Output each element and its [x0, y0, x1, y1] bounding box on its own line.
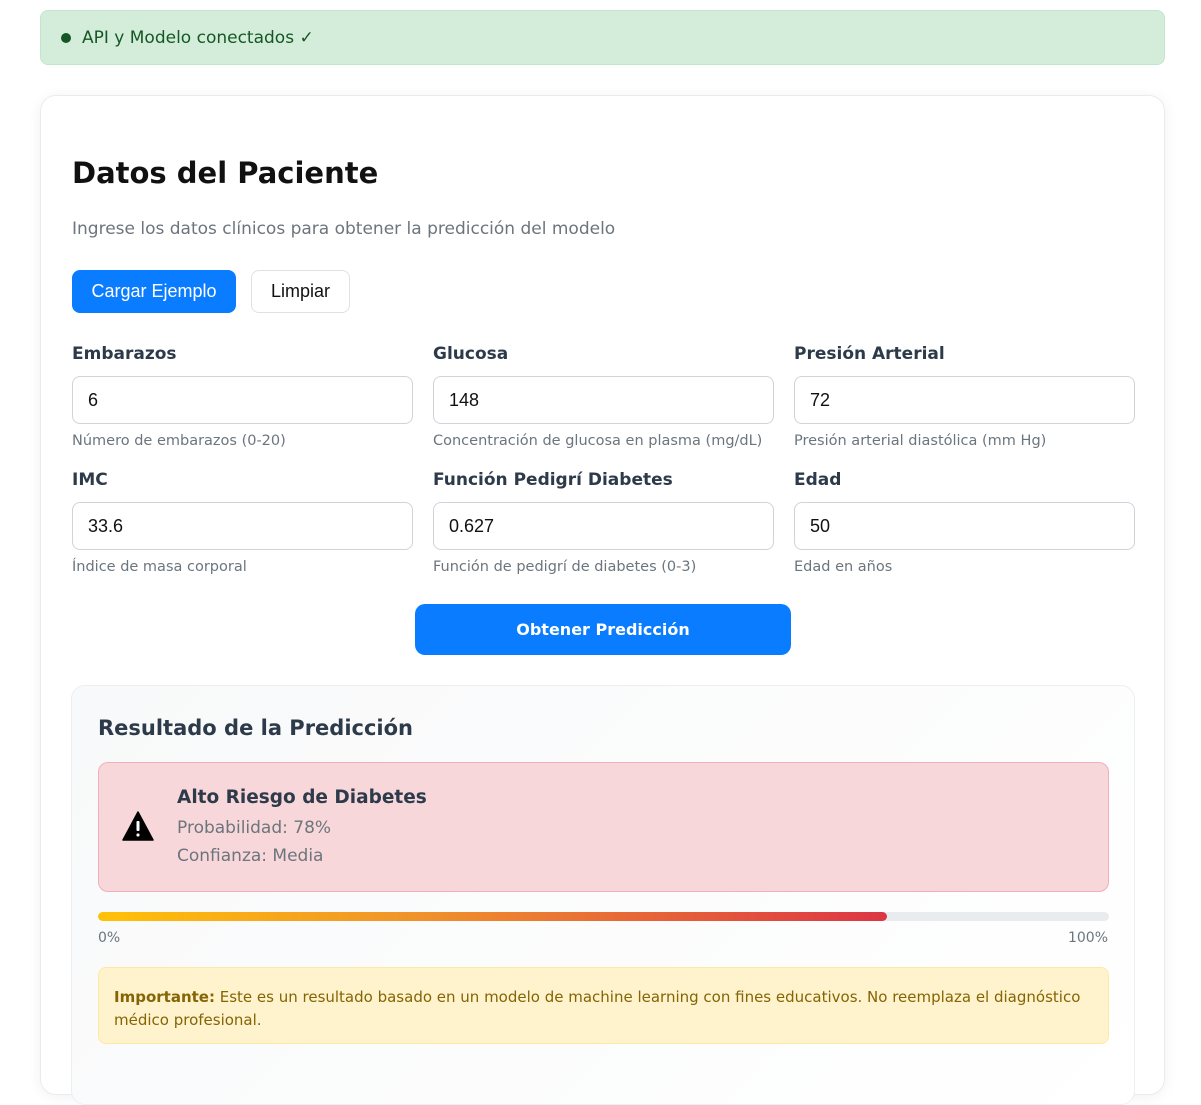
result-title: Resultado de la Predicción — [98, 716, 413, 740]
scale-max-label: 100% — [1067, 930, 1108, 946]
field-pregnancies: Embarazos Número de embarazos (0-20) — [72, 344, 413, 449]
field-help: Edad en años — [794, 559, 893, 575]
field-label: Embarazos — [72, 344, 177, 364]
connection-status-text: API y Modelo conectados ✓ — [82, 27, 314, 48]
field-label: Presión Arterial — [794, 344, 945, 364]
blood-pressure-input[interactable] — [794, 376, 1135, 424]
disclaimer-note: Importante: Este es un resultado basado … — [98, 967, 1109, 1044]
risk-alert: Alto Riesgo de Diabetes Probabilidad: 78… — [98, 762, 1109, 892]
age-input[interactable] — [794, 502, 1135, 550]
field-label: Edad — [794, 470, 842, 490]
field-glucose: Glucosa Concentración de glucosa en plas… — [433, 344, 774, 449]
field-help: Función de pedigrí de diabetes (0-3) — [433, 559, 697, 575]
field-pedigree: Función Pedigrí Diabetes Función de pedi… — [433, 470, 774, 575]
field-blood-pressure: Presión Arterial Presión arterial diastó… — [794, 344, 1135, 449]
field-help: Número de embarazos (0-20) — [72, 433, 286, 449]
field-label: Glucosa — [433, 344, 509, 364]
get-prediction-button[interactable]: Obtener Predicción — [415, 604, 791, 655]
field-help: Presión arterial diastólica (mm Hg) — [794, 433, 1047, 449]
page-title: Datos del Paciente — [72, 156, 379, 190]
glucose-input[interactable] — [433, 376, 774, 424]
confidence-text: Confianza: Media — [177, 846, 324, 866]
warning-triangle-icon — [122, 811, 154, 841]
probability-progress-fill — [98, 912, 887, 921]
connection-status-banner: API y Modelo conectados ✓ — [40, 10, 1165, 65]
prediction-result-panel: Resultado de la Predicción Alto Riesgo d… — [71, 685, 1135, 1105]
pedigree-input[interactable] — [433, 502, 774, 550]
field-bmi: IMC Índice de masa corporal — [72, 470, 413, 575]
field-label: Función Pedigrí Diabetes — [433, 470, 673, 490]
field-help: Concentración de glucosa en plasma (mg/d… — [433, 433, 763, 449]
field-help: Índice de masa corporal — [72, 559, 247, 575]
bmi-input[interactable] — [72, 502, 413, 550]
pregnancies-input[interactable] — [72, 376, 413, 424]
probability-progress-bar — [98, 912, 1109, 921]
probability-text: Probabilidad: 78% — [177, 818, 332, 838]
clear-button[interactable]: Limpiar — [251, 270, 350, 313]
status-dot-icon — [61, 32, 71, 43]
field-age: Edad Edad en años — [794, 470, 1135, 575]
scale-min-label: 0% — [98, 930, 121, 946]
alert-title: Alto Riesgo de Diabetes — [177, 787, 427, 808]
note-text: Este es un resultado basado en un modelo… — [114, 988, 1081, 1029]
field-label: IMC — [72, 470, 108, 490]
patient-form-card: Datos del Paciente Ingrese los datos clí… — [40, 95, 1165, 1105]
note-bold-label: Importante: — [114, 988, 215, 1006]
load-example-button[interactable]: Cargar Ejemplo — [72, 270, 236, 313]
page-subtitle: Ingrese los datos clínicos para obtener … — [72, 219, 616, 239]
